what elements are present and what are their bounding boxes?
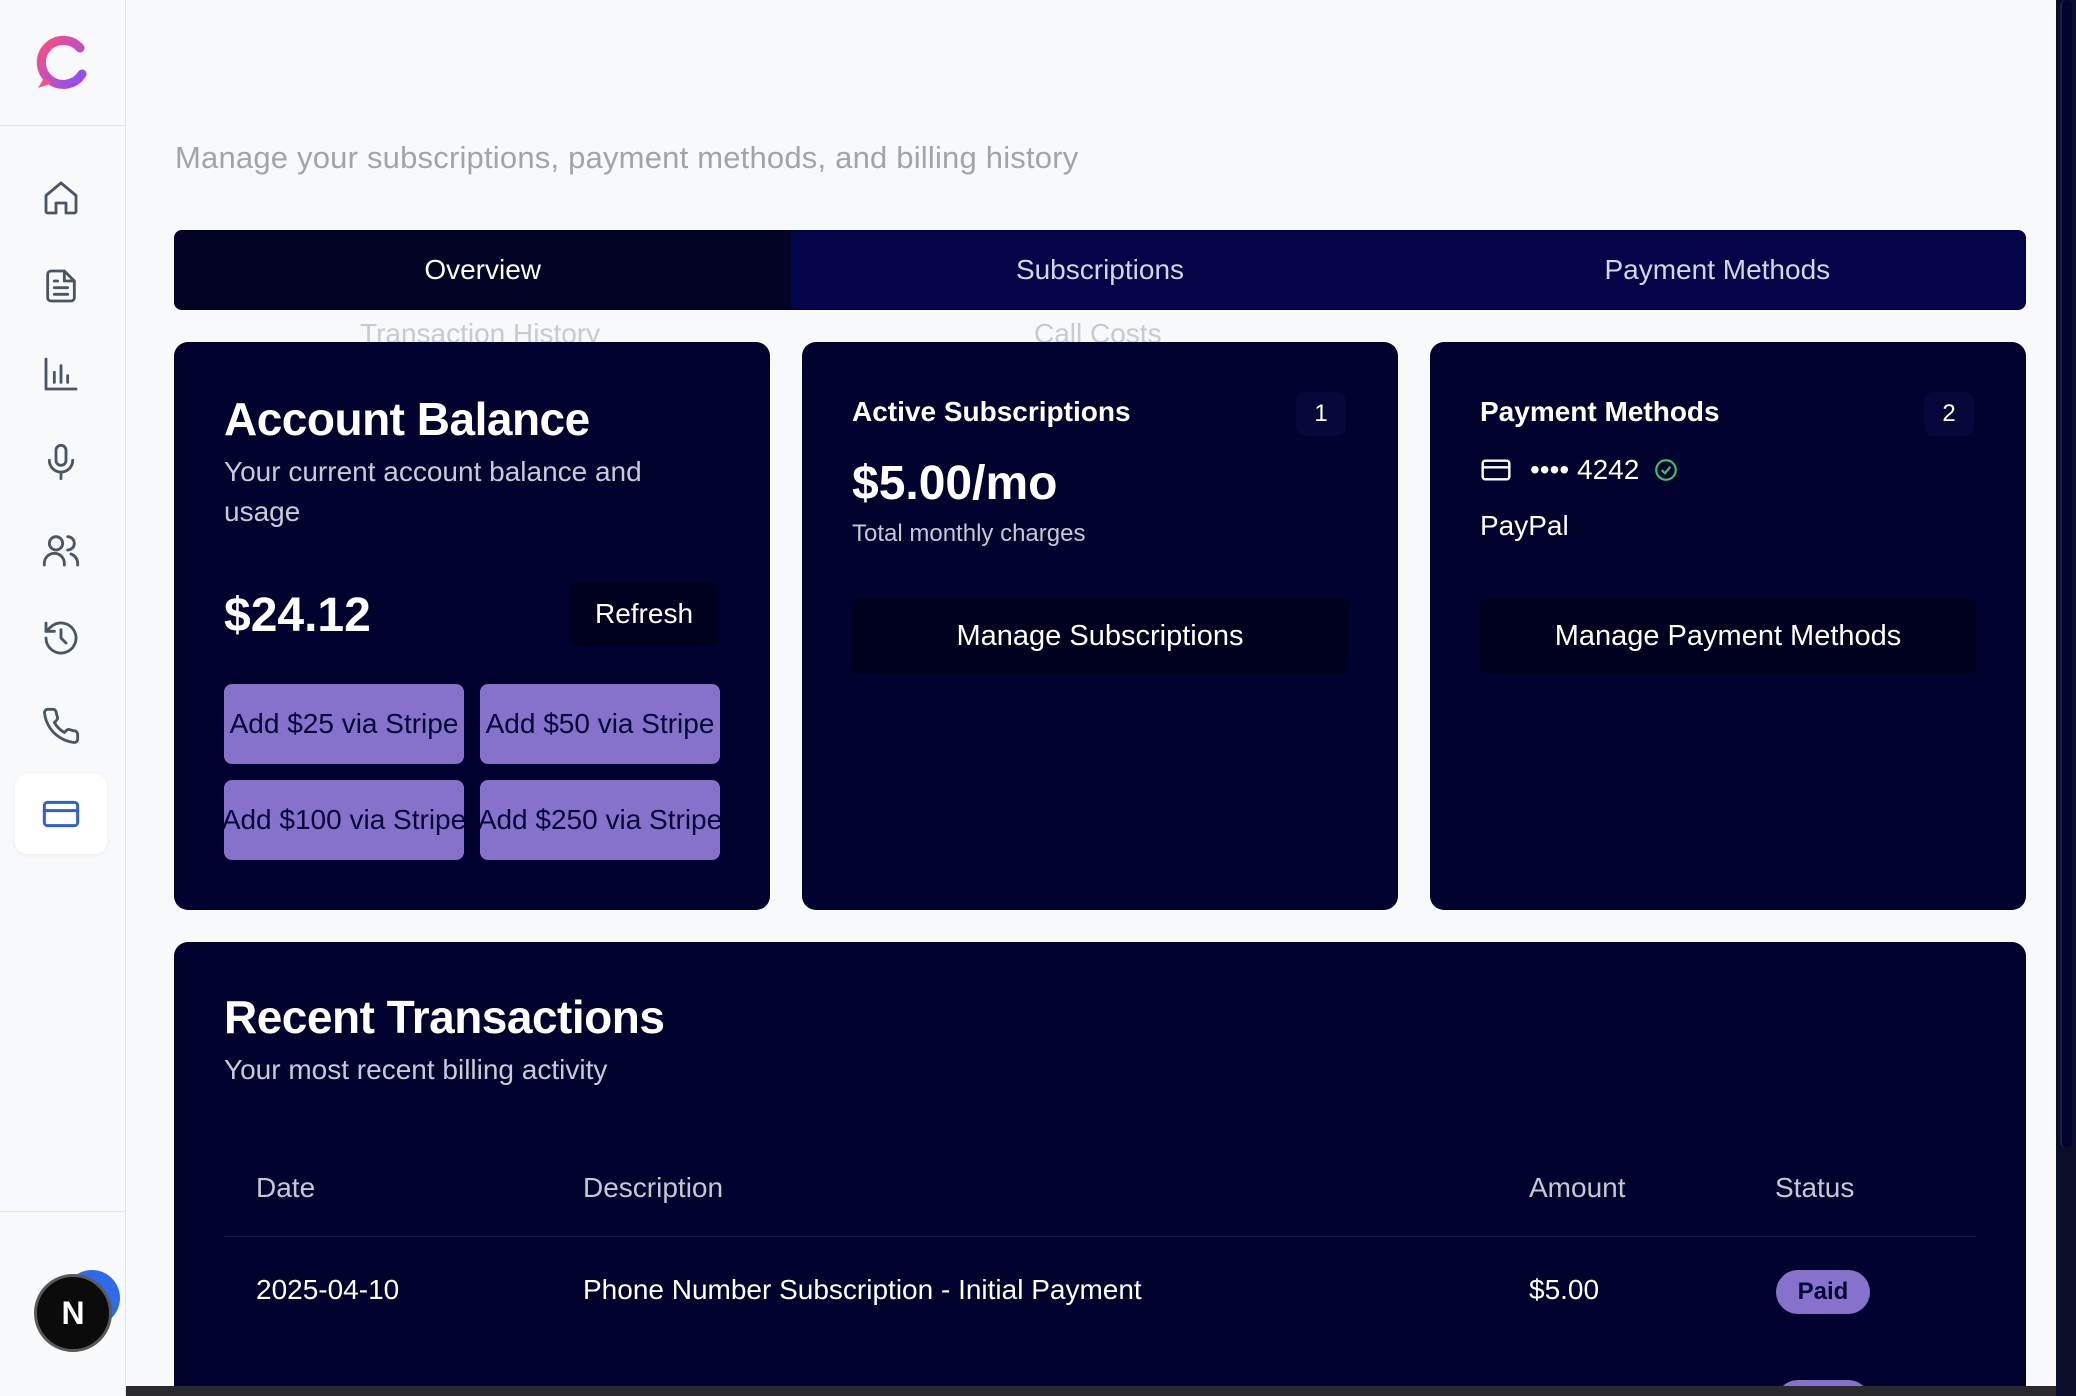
price-note: Total monthly charges: [852, 520, 1086, 547]
billing-page: N Manage your subscriptions, payment met…: [0, 0, 2076, 1396]
payment-count-badge: 2: [1924, 392, 1974, 436]
table-divider: [224, 1236, 1976, 1237]
home-icon: [44, 181, 78, 215]
sidebar-item-analytics[interactable]: [15, 334, 107, 414]
balance-amount: $24.12: [224, 589, 371, 642]
card-title: Recent Transactions: [224, 991, 665, 1043]
refresh-button[interactable]: Refresh: [570, 582, 718, 646]
column-header-date: Date: [256, 1172, 316, 1203]
column-header-description: Description: [583, 1172, 724, 1203]
add-100-stripe-button[interactable]: Add $100 via Stripe: [224, 780, 464, 860]
tab-call-costs[interactable]: Call Costs: [1034, 316, 1162, 342]
card-payment-method[interactable]: •••• 4242: [1480, 454, 1679, 486]
transaction-description: Phone Number Subscription - Initial Paym…: [583, 1274, 1142, 1305]
sidebar-item-voice[interactable]: [15, 422, 107, 502]
phone-icon: [43, 707, 80, 744]
sidebar-item-history[interactable]: [15, 598, 107, 678]
sidebar-item-calls[interactable]: [15, 686, 107, 766]
column-header-status: Status: [1775, 1172, 1855, 1203]
sidebar: N: [0, 0, 126, 1396]
scrollbar-thumb[interactable]: [2060, 0, 2072, 1148]
microphone-icon: [47, 443, 75, 481]
bottom-edge: [126, 1386, 2056, 1396]
tab-transaction-history[interactable]: Transaction History: [360, 316, 600, 342]
credit-card-icon: [42, 800, 80, 828]
sidebar-item-billing[interactable]: [15, 774, 107, 854]
sidebar-item-home[interactable]: [15, 158, 107, 238]
recent-transactions-card: Recent Transactions Your most recent bil…: [174, 942, 2026, 1396]
subscription-count-badge: 1: [1296, 392, 1346, 436]
bar-chart-icon: [44, 357, 78, 391]
add-50-stripe-button[interactable]: Add $50 via Stripe: [480, 684, 720, 764]
active-subscriptions-card: Active Subscriptions 1 $5.00/mo Total mo…: [802, 342, 1398, 910]
page-subtitle: Manage your subscriptions, payment metho…: [175, 140, 1079, 175]
card-mask: •••• 4242: [1530, 454, 1640, 485]
transaction-amount: $5.00: [1529, 1274, 1600, 1305]
transaction-date: 2025-04-10: [256, 1274, 400, 1305]
card-title: Active Subscriptions: [852, 396, 1131, 427]
manage-payment-methods-button[interactable]: Manage Payment Methods: [1480, 598, 1976, 674]
tab-payment-methods[interactable]: Payment Methods: [1409, 230, 2026, 310]
credit-card-icon: [1481, 459, 1511, 481]
status-badge: Paid: [1776, 1270, 1870, 1314]
card-title: Payment Methods: [1480, 396, 1720, 427]
paypal-payment-method[interactable]: PayPal: [1480, 510, 1569, 542]
account-balance-card: Account Balance Your current account bal…: [174, 342, 770, 910]
tab-overview[interactable]: Overview: [174, 230, 792, 310]
document-icon: [46, 269, 76, 303]
billing-tabs: Overview Subscriptions Payment Methods: [174, 230, 2026, 310]
app-logo[interactable]: [32, 32, 92, 92]
sidebar-divider: [0, 125, 126, 126]
payment-methods-card: Payment Methods 2 •••• 4242 PayPal Manag…: [1430, 342, 2026, 910]
manage-subscriptions-button[interactable]: Manage Subscriptions: [852, 598, 1348, 674]
tab-subscriptions[interactable]: Subscriptions: [791, 230, 1408, 310]
history-icon: [44, 621, 78, 655]
column-header-amount: Amount: [1529, 1172, 1626, 1203]
user-avatar[interactable]: N: [34, 1270, 120, 1356]
avatar[interactable]: N: [34, 1274, 112, 1352]
card-title: Account Balance: [224, 393, 590, 445]
users-icon: [42, 535, 80, 567]
sidebar-item-contacts[interactable]: [15, 510, 107, 590]
card-description: Your current account balance and usage: [224, 456, 642, 527]
add-25-stripe-button[interactable]: Add $25 via Stripe: [224, 684, 464, 764]
add-250-stripe-button[interactable]: Add $250 via Stripe: [480, 780, 720, 860]
monthly-price: $5.00/mo: [852, 457, 1058, 510]
sidebar-divider: [0, 1211, 126, 1212]
sidebar-item-documents[interactable]: [15, 246, 107, 326]
verified-check-icon: [1655, 459, 1678, 481]
card-description: Your most recent billing activity: [224, 1054, 608, 1085]
